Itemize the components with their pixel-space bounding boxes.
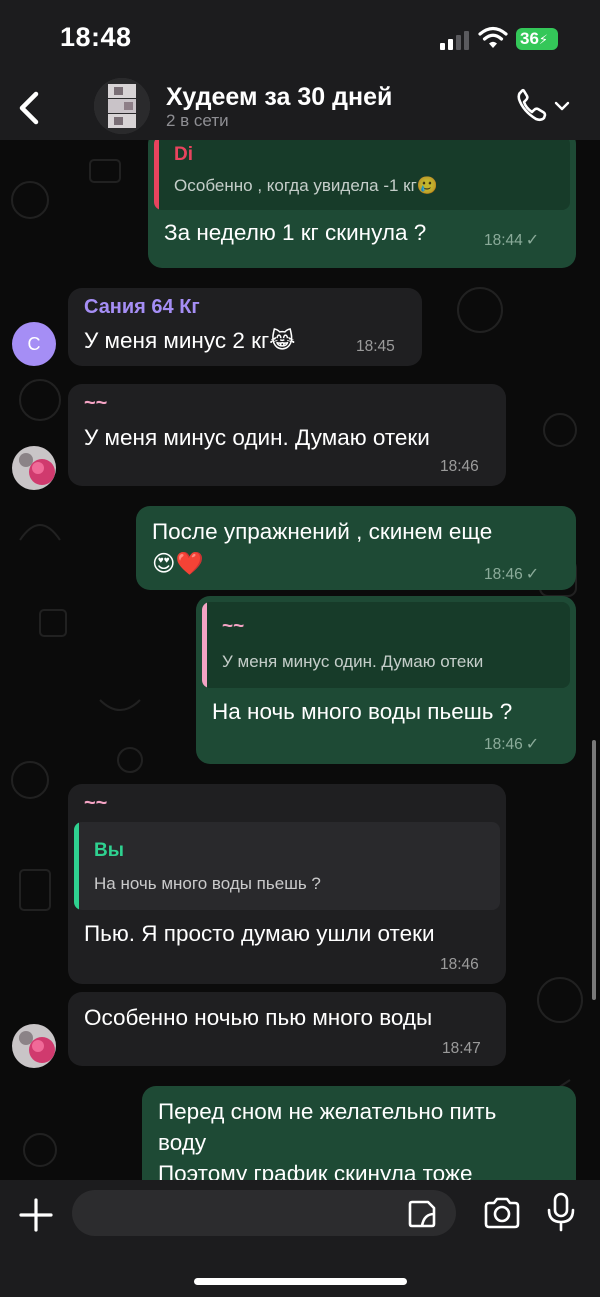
message-input[interactable] <box>72 1190 456 1236</box>
back-icon[interactable] <box>12 86 48 130</box>
message-time: 18:46 ✓ <box>484 564 539 584</box>
quote-text: У меня минус один. Думаю отеки <box>222 652 484 671</box>
cellular-signal-icon <box>440 30 470 50</box>
scrollbar[interactable] <box>592 740 596 1000</box>
message-text: Пью. Я просто думаю ушли отеки <box>84 921 435 946</box>
chevron-down-icon <box>554 101 570 111</box>
input-bar <box>0 1180 600 1297</box>
quote-author: Di <box>174 144 193 165</box>
chat-header: Худеем за 30 дней 2 в сети <box>0 78 600 140</box>
reply-quote[interactable]: ~~ У меня минус один. Думаю отеки <box>202 602 570 688</box>
message-time: 18:46 ✓ <box>484 734 539 754</box>
home-indicator[interactable] <box>194 1278 407 1285</box>
sent-check-icon: ✓ <box>525 736 540 753</box>
chat-title[interactable]: Худеем за 30 дней <box>166 83 392 112</box>
message-time: 18:46 <box>440 956 479 973</box>
message-bubble-incoming[interactable]: Сания 64 Кг У меня минус 2 кг😹 18:45 <box>68 288 422 366</box>
call-button[interactable] <box>514 86 576 126</box>
reply-quote[interactable]: Вы На ночь много воды пьешь ? <box>74 822 500 910</box>
message-bubble-outgoing[interactable]: После упражнений , скинем еще 😍❤️ 18:46 ✓ <box>136 506 576 590</box>
message-text: Перед сном не желательно пить <box>158 1099 497 1124</box>
quote-author: ~~ <box>222 616 245 637</box>
group-avatar[interactable] <box>94 78 150 134</box>
message-time: 18:45 <box>356 338 395 355</box>
quote-text: Особенно , когда увидела -1 кг🥲 <box>174 176 438 195</box>
avatar-sania[interactable]: С <box>12 322 56 366</box>
status-bar: 18:48 36⚡ <box>0 0 600 80</box>
message-text: После упражнений , скинем еще <box>152 519 493 544</box>
camera-icon[interactable] <box>482 1196 522 1230</box>
quote-bar <box>154 140 159 210</box>
message-text: На ночь много воды пьешь ? <box>212 699 513 724</box>
message-time: 18:46 <box>440 458 479 475</box>
chat-area[interactable]: Di Особенно , когда увидела -1 кг🥲 За не… <box>0 140 600 1180</box>
sent-check-icon: ✓ <box>525 566 540 583</box>
quote-bar <box>202 602 207 688</box>
quote-bar <box>74 822 79 910</box>
avatar-tilde[interactable] <box>12 1024 56 1068</box>
chat-subtitle: 2 в сети <box>166 111 229 130</box>
message-text: воду <box>158 1130 207 1155</box>
status-time: 18:48 <box>60 22 132 52</box>
message-text: Особенно ночью пью много воды <box>84 1005 433 1030</box>
phone-icon <box>517 88 547 122</box>
message-emoji: 😍❤️ <box>152 551 204 576</box>
reply-quote[interactable]: Di Особенно , когда увидела -1 кг🥲 <box>154 140 570 210</box>
sender-name[interactable]: Сания 64 Кг <box>84 296 200 319</box>
quote-author: Вы <box>94 840 124 861</box>
message-bubble-incoming[interactable]: ~~ Вы На ночь много воды пьешь ? Пью. Я … <box>68 784 506 984</box>
wifi-icon <box>478 26 508 48</box>
message-time: 18:44 ✓ <box>484 230 539 250</box>
battery-icon: 36⚡ <box>516 28 558 50</box>
message-time-value: 18:44 <box>484 232 523 249</box>
message-time-value: 18:46 <box>484 566 523 583</box>
message-time: 18:47 <box>442 1040 481 1057</box>
message-text: У меня минус 2 кг😹 <box>84 328 296 353</box>
message-text: У меня минус один. Думаю отеки <box>84 425 430 450</box>
plus-icon[interactable] <box>18 1197 54 1233</box>
message-bubble-incoming[interactable]: ~~ У меня минус один. Думаю отеки 18:46 <box>68 384 506 486</box>
message-bubble-outgoing[interactable]: Перед сном не желательно пить воду Поэто… <box>142 1086 576 1180</box>
message-bubble-incoming[interactable]: Особенно ночью пью много воды 18:47 <box>68 992 506 1066</box>
message-text: Поэтому график скинула тоже <box>158 1161 473 1180</box>
sent-check-icon: ✓ <box>525 232 540 249</box>
avatar-tilde[interactable] <box>12 446 56 490</box>
message-bubble-outgoing[interactable]: Di Особенно , когда увидела -1 кг🥲 За не… <box>148 140 576 268</box>
quote-text: На ночь много воды пьешь ? <box>94 874 321 893</box>
message-bubble-outgoing[interactable]: ~~ У меня минус один. Думаю отеки На ноч… <box>196 596 576 764</box>
sticker-icon[interactable] <box>406 1198 438 1230</box>
sender-name[interactable]: ~~ <box>84 792 107 815</box>
battery-level: 36 <box>520 29 539 48</box>
message-time-value: 18:46 <box>484 736 523 753</box>
microphone-icon[interactable] <box>546 1192 576 1232</box>
sender-name[interactable]: ~~ <box>84 392 107 415</box>
message-text: За неделю 1 кг скинула ? <box>164 220 427 245</box>
